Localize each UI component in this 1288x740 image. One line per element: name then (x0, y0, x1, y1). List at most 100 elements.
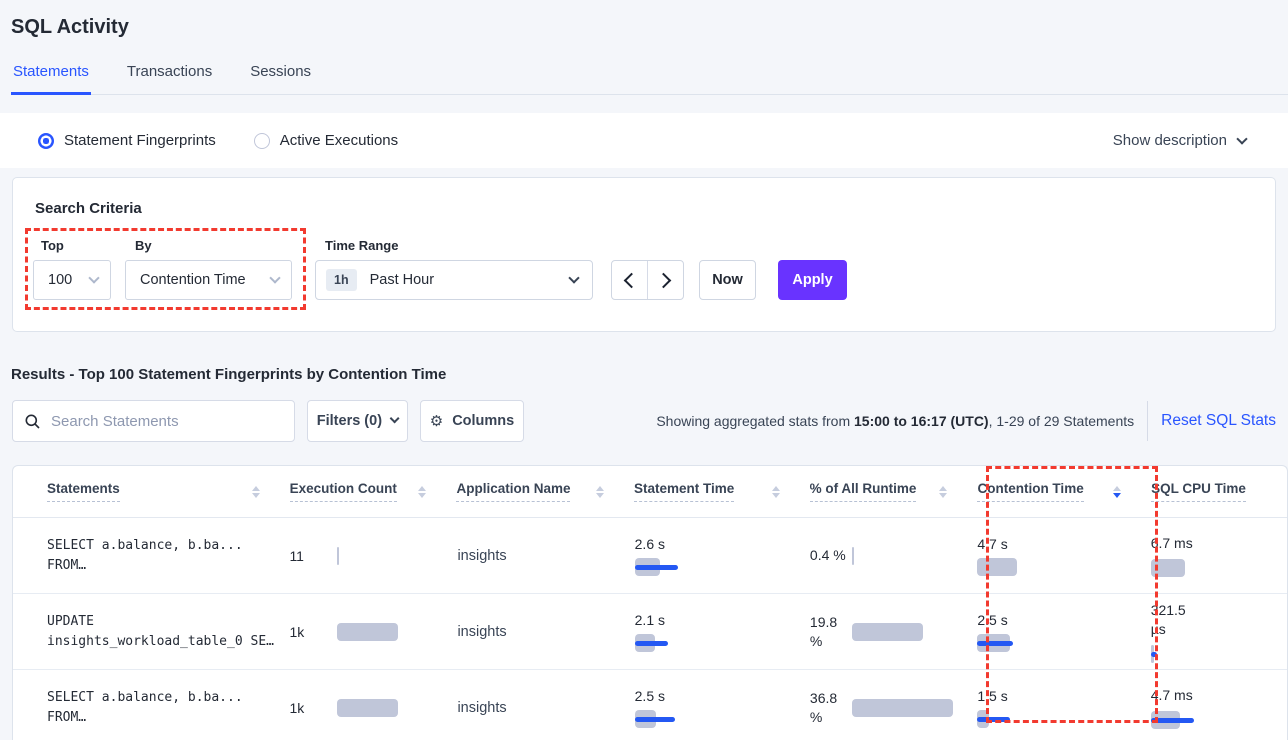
sql-cpu-time-bar (1151, 559, 1231, 577)
show-description-toggle[interactable]: Show description (1113, 132, 1246, 149)
percent-runtime-cell: 36.8 % (810, 689, 977, 727)
statement-line1: SELECT a.balance, b.ba... (47, 536, 289, 556)
tab-transactions[interactable]: Transactions (125, 63, 214, 95)
application-name-cell: insights (457, 548, 634, 564)
statement-line1: UPDATE (47, 612, 289, 632)
column-header-execution-count[interactable]: Execution Count (290, 481, 457, 502)
search-statements-box (12, 400, 295, 442)
execution-count-value: 1k (289, 624, 337, 640)
tab-statements[interactable]: Statements (11, 63, 91, 95)
radio-label: Active Executions (280, 132, 398, 149)
statement-cell[interactable]: SELECT a.balance, b.ba... FROM… (47, 688, 289, 728)
radio-active-executions[interactable]: Active Executions (254, 132, 398, 149)
execution-count-value: 1k (289, 700, 337, 716)
sql-cpu-time-bar (1151, 645, 1231, 663)
percent-runtime-value: 36.8 % (810, 689, 850, 727)
statement-time-bar (635, 558, 755, 576)
column-header-contention-time[interactable]: Contention Time (977, 481, 1151, 502)
chevron-down-icon (390, 414, 400, 424)
time-range-value: Past Hour (370, 272, 557, 288)
contention-time-value: 1.5 s (977, 688, 1150, 704)
stats-suffix: , 1-29 of 29 Statements (989, 413, 1135, 429)
top-label: Top (41, 238, 64, 253)
sort-icon (418, 486, 426, 498)
column-label: % of All Runtime (810, 481, 917, 502)
statement-line2: insights_workload_table_0 SE… (47, 632, 289, 652)
by-select-value: Contention Time (140, 272, 246, 288)
time-range-next-button[interactable] (648, 261, 684, 299)
contention-time-bar (977, 634, 1097, 652)
sql-cpu-time-value: 321.5 µs (1151, 601, 1203, 639)
execution-count-bar (337, 623, 457, 641)
table-row: SELECT a.balance, b.ba... FROM… 11 insig… (13, 518, 1287, 594)
time-range-badge: 1h (326, 269, 357, 291)
column-label: Application Name (456, 481, 570, 502)
percent-runtime-cell: 19.8 % (810, 613, 977, 651)
table-header-row: Statements Execution Count Application N… (13, 466, 1287, 518)
percent-runtime-value: 19.8 % (810, 613, 850, 651)
search-criteria-panel: Search Criteria Top By Time Range 100 Co… (12, 177, 1276, 332)
percent-runtime-bar (852, 547, 972, 565)
stats-time-range: 15:00 to 16:17 (UTC) (854, 413, 989, 429)
show-description-label: Show description (1113, 132, 1227, 149)
time-range-stepper (611, 260, 684, 300)
statement-time-value: 2.5 s (635, 688, 810, 704)
percent-runtime-cell: 0.4 % (810, 546, 977, 565)
reset-sql-stats-link[interactable]: Reset SQL Stats (1161, 412, 1276, 430)
statement-line1: SELECT a.balance, b.ba... (47, 688, 289, 708)
statement-time-bar (635, 710, 755, 728)
sql-cpu-time-value: 4.7 ms (1151, 686, 1203, 705)
page-title: SQL Activity (0, 0, 1288, 39)
statement-cell[interactable]: SELECT a.balance, b.ba... FROM… (47, 536, 289, 576)
top-select-value: 100 (48, 272, 72, 288)
contention-time-value: 2.5 s (977, 612, 1150, 628)
percent-runtime-bar (852, 623, 972, 641)
tab-sessions[interactable]: Sessions (248, 63, 313, 95)
application-name-cell: insights (457, 624, 634, 640)
stats-prefix: Showing aggregated stats from (656, 413, 854, 429)
contention-time-cell: 1.5 s (977, 688, 1150, 728)
table-row: UPDATE insights_workload_table_0 SE… 1k … (13, 594, 1287, 670)
contention-time-value: 4.7 s (977, 536, 1150, 552)
sql-cpu-time-bar (1151, 711, 1231, 729)
sort-icon (772, 486, 780, 498)
columns-button[interactable]: ⚙ Columns (420, 400, 524, 442)
column-label: Statement Time (634, 481, 734, 502)
columns-label: Columns (452, 413, 514, 429)
results-toolbar: Filters (0) ⚙ Columns Showing aggregated… (12, 400, 1276, 442)
apply-button[interactable]: Apply (778, 260, 847, 300)
contention-time-cell: 2.5 s (977, 612, 1150, 652)
percent-runtime-bar (852, 699, 972, 717)
column-header-sql-cpu-time[interactable]: SQL CPU Time (1151, 481, 1287, 502)
statement-cell[interactable]: UPDATE insights_workload_table_0 SE… (47, 612, 289, 652)
column-label: Statements (47, 481, 120, 502)
column-header-statement-time[interactable]: Statement Time (634, 481, 810, 502)
results-heading: Results - Top 100 Statement Fingerprints… (11, 366, 1288, 383)
search-statements-input[interactable] (49, 412, 282, 431)
percent-runtime-value: 0.4 % (810, 546, 850, 565)
now-button[interactable]: Now (699, 260, 756, 300)
statement-time-bar (635, 634, 755, 652)
execution-count-bar (337, 547, 457, 565)
statement-time-value: 2.6 s (635, 536, 810, 552)
tab-bar: Statements Transactions Sessions (11, 63, 1288, 95)
statement-line2: FROM… (47, 556, 289, 576)
time-range-select[interactable]: 1h Past Hour (315, 260, 593, 300)
execution-count-bar (337, 699, 457, 717)
column-label: SQL CPU Time (1151, 481, 1246, 502)
by-select[interactable]: Contention Time (125, 260, 292, 300)
table-row: SELECT a.balance, b.ba... FROM… 1k insig… (13, 670, 1287, 740)
filters-button[interactable]: Filters (0) (307, 400, 408, 442)
column-header-statements[interactable]: Statements (47, 481, 290, 502)
top-select[interactable]: 100 (33, 260, 111, 300)
column-header-percent-of-all-runtime[interactable]: % of All Runtime (810, 481, 978, 502)
column-header-application-name[interactable]: Application Name (456, 481, 634, 502)
sort-icon (596, 486, 604, 498)
contention-time-bar (977, 710, 1097, 728)
search-icon (25, 414, 40, 429)
statement-line2: FROM… (47, 708, 289, 728)
sql-cpu-time-cell: 6.7 ms (1151, 534, 1287, 577)
time-range-prev-button[interactable] (612, 261, 648, 299)
radio-statement-fingerprints[interactable]: Statement Fingerprints (38, 132, 216, 149)
statements-table: Statements Execution Count Application N… (12, 465, 1288, 740)
